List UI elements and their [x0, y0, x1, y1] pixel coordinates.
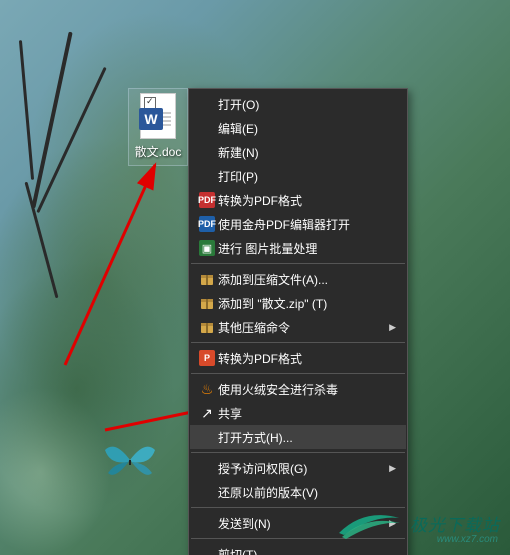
wallpaper-butterfly	[100, 435, 160, 485]
menu-label: 其他压缩命令	[218, 319, 389, 336]
desktop-file-word-doc[interactable]: W 散文.doc	[128, 88, 188, 166]
menu-item-print[interactable]: 打印(P)	[190, 164, 406, 188]
zip-icon	[196, 319, 218, 335]
menu-label: 授予访问权限(G)	[218, 460, 389, 477]
menu-item-open[interactable]: 打开(O)	[190, 92, 406, 116]
menu-item-new[interactable]: 新建(N)	[190, 140, 406, 164]
menu-separator	[191, 507, 405, 508]
menu-item-send-to[interactable]: 发送到(N) ▶	[190, 511, 406, 535]
menu-item-share[interactable]: ↗ 共享	[190, 401, 406, 425]
menu-label: 新建(N)	[218, 144, 396, 161]
menu-label: 转换为PDF格式	[218, 350, 396, 367]
menu-label: 添加到压缩文件(A)...	[218, 271, 396, 288]
image-icon: ▣	[196, 240, 218, 256]
menu-item-other-compress[interactable]: 其他压缩命令 ▶	[190, 315, 406, 339]
menu-label: 打开方式(H)...	[218, 429, 396, 446]
menu-label: 还原以前的版本(V)	[218, 484, 396, 501]
zip-icon	[196, 295, 218, 311]
menu-separator	[191, 538, 405, 539]
menu-label: 添加到 "散文.zip" (T)	[218, 295, 396, 312]
menu-item-image-batch[interactable]: ▣ 进行 图片批量处理	[190, 236, 406, 260]
word-badge: W	[139, 108, 163, 130]
submenu-arrow-icon: ▶	[389, 322, 396, 333]
menu-label: 转换为PDF格式	[218, 192, 396, 209]
desktop-background: W 散文.doc 打开(O)	[0, 0, 510, 555]
zip-icon	[196, 271, 218, 287]
menu-label: 共享	[218, 405, 396, 422]
submenu-arrow-icon: ▶	[389, 518, 396, 529]
menu-item-cut[interactable]: 剪切(T)	[190, 542, 406, 555]
menu-separator	[191, 373, 405, 374]
menu-item-huorong-scan[interactable]: ♨ 使用火绒安全进行杀毒	[190, 377, 406, 401]
menu-item-open-with[interactable]: 打开方式(H)...	[190, 425, 406, 449]
menu-label: 打印(P)	[218, 168, 396, 185]
menu-item-edit[interactable]: 编辑(E)	[190, 116, 406, 140]
menu-label: 打开(O)	[218, 96, 396, 113]
menu-separator	[191, 263, 405, 264]
menu-item-add-archive[interactable]: 添加到压缩文件(A)...	[190, 267, 406, 291]
menu-item-jinzhou-pdf[interactable]: PDF 使用金舟PDF编辑器打开	[190, 212, 406, 236]
menu-label: 进行 图片批量处理	[218, 240, 396, 257]
menu-item-grant-access[interactable]: 授予访问权限(G) ▶	[190, 456, 406, 480]
menu-label: 编辑(E)	[218, 120, 396, 137]
word-document-icon: W	[140, 93, 176, 139]
menu-item-convert-pdf-alt[interactable]: P 转换为PDF格式	[190, 346, 406, 370]
submenu-arrow-icon: ▶	[389, 463, 396, 474]
pdf-blue-icon: PDF	[196, 216, 218, 232]
menu-label: 使用火绒安全进行杀毒	[218, 381, 396, 398]
context-menu: 打开(O) 编辑(E) 新建(N) 打印(P) PDF 转换为PDF格式 PDF…	[188, 88, 408, 555]
pdf-orange-icon: P	[196, 350, 218, 366]
menu-separator	[191, 452, 405, 453]
share-icon: ↗	[196, 405, 218, 421]
menu-label: 剪切(T)	[218, 546, 396, 555]
menu-label: 发送到(N)	[218, 515, 389, 532]
menu-separator	[191, 342, 405, 343]
file-label: 散文.doc	[135, 143, 182, 160]
menu-label: 使用金舟PDF编辑器打开	[218, 216, 396, 233]
menu-item-restore-versions[interactable]: 还原以前的版本(V)	[190, 480, 406, 504]
menu-item-convert-pdf[interactable]: PDF 转换为PDF格式	[190, 188, 406, 212]
menu-item-add-zip[interactable]: 添加到 "散文.zip" (T)	[190, 291, 406, 315]
pdf-red-icon: PDF	[196, 192, 218, 208]
fire-icon: ♨	[196, 381, 218, 397]
